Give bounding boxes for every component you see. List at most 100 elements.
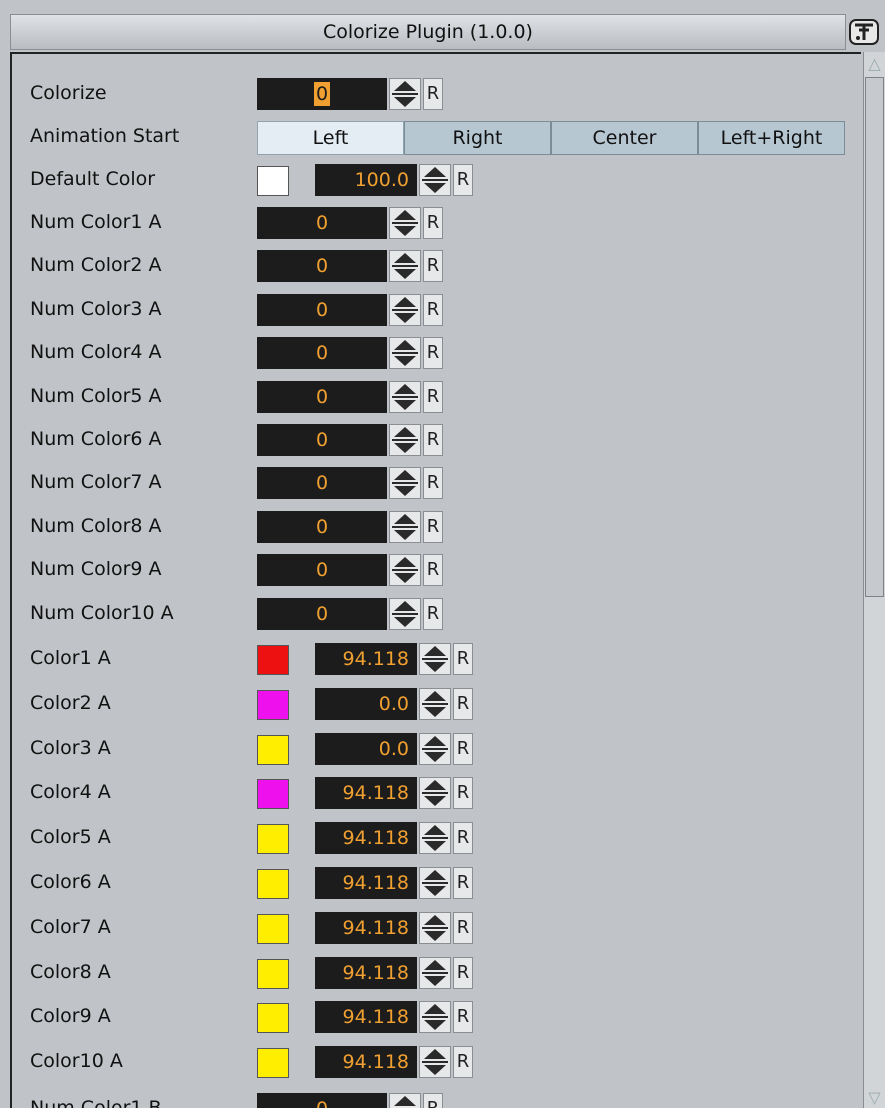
arrow-up-icon[interactable] xyxy=(424,735,446,746)
color1-a-input[interactable]: 94.118 xyxy=(315,643,417,675)
arrow-up-icon[interactable] xyxy=(394,81,416,91)
color2-a-stepper[interactable] xyxy=(419,687,451,720)
colorize-input[interactable]: 0 xyxy=(257,78,387,110)
color6-a-input[interactable]: 94.118 xyxy=(315,867,417,899)
color3-a-swatch[interactable] xyxy=(257,734,289,765)
num-color4-a-reset-button[interactable]: R xyxy=(423,337,443,370)
color1-a-swatch[interactable] xyxy=(257,645,289,675)
scroll-down-icon[interactable]: ▽ xyxy=(866,1088,883,1108)
color7-a-input[interactable]: 94.118 xyxy=(315,911,417,944)
arrow-up-icon[interactable] xyxy=(424,1004,446,1015)
arrow-up-icon[interactable] xyxy=(394,296,416,307)
color4-a-input[interactable]: 94.118 xyxy=(315,777,417,810)
color7-a-reset-button[interactable]: R xyxy=(453,911,473,944)
arrow-down-icon[interactable] xyxy=(394,486,416,497)
arrow-up-icon[interactable] xyxy=(424,825,446,836)
arrow-down-icon[interactable] xyxy=(424,183,446,193)
color9-a-stepper[interactable] xyxy=(419,1001,451,1034)
color2-a-swatch[interactable] xyxy=(257,689,289,720)
arrow-up-icon[interactable] xyxy=(394,253,416,264)
animation-start-center-button[interactable]: Center xyxy=(551,121,698,155)
color10-a-input[interactable]: 94.118 xyxy=(315,1046,417,1079)
color8-a-swatch[interactable] xyxy=(257,958,289,989)
num-color10-a-stepper[interactable] xyxy=(389,597,421,630)
color7-a-swatch[interactable] xyxy=(257,913,289,944)
default-color-swatch[interactable] xyxy=(257,166,289,196)
arrow-down-icon[interactable] xyxy=(424,1065,446,1076)
arrow-down-icon[interactable] xyxy=(394,97,416,107)
arrow-up-icon[interactable] xyxy=(394,383,416,394)
arrow-down-icon[interactable] xyxy=(424,841,446,852)
arrow-down-icon[interactable] xyxy=(394,269,416,280)
color9-a-swatch[interactable] xyxy=(257,1003,289,1034)
arrow-down-icon[interactable] xyxy=(424,1020,446,1031)
num-color10-a-reset-button[interactable]: R xyxy=(423,597,443,630)
arrow-up-icon[interactable] xyxy=(394,427,416,437)
num-color4-a-input[interactable]: 0 xyxy=(257,337,387,370)
color1-a-reset-button[interactable]: R xyxy=(453,643,473,675)
arrow-down-icon[interactable] xyxy=(424,975,446,986)
num-color1-b-reset-button[interactable]: R xyxy=(423,1093,443,1108)
num-color9-a-input[interactable]: 0 xyxy=(257,554,387,587)
arrow-up-icon[interactable] xyxy=(424,167,446,177)
arrow-down-icon[interactable] xyxy=(424,706,446,717)
num-color7-a-reset-button[interactable]: R xyxy=(423,467,443,500)
color5-a-reset-button[interactable]: R xyxy=(453,822,473,855)
num-color1-a-reset-button[interactable]: R xyxy=(423,207,443,239)
num-color2-a-stepper[interactable] xyxy=(389,250,421,283)
arrow-down-icon[interactable] xyxy=(394,356,416,367)
num-color1-b-input[interactable]: 0 xyxy=(257,1093,387,1108)
color9-a-reset-button[interactable]: R xyxy=(453,1001,473,1034)
scroll-up-icon[interactable]: △ xyxy=(866,54,883,74)
color3-a-stepper[interactable] xyxy=(419,732,451,765)
default-color-input[interactable]: 100.0 xyxy=(315,164,417,196)
color2-a-reset-button[interactable]: R xyxy=(453,687,473,720)
num-color4-a-stepper[interactable] xyxy=(389,337,421,370)
animation-start-left-right-button[interactable]: Left+Right xyxy=(698,121,845,155)
color8-a-reset-button[interactable]: R xyxy=(453,956,473,989)
arrow-down-icon[interactable] xyxy=(424,662,446,672)
num-color1-b-stepper[interactable] xyxy=(389,1093,421,1108)
num-color6-a-reset-button[interactable]: R xyxy=(423,424,443,456)
arrow-down-icon[interactable] xyxy=(424,886,446,896)
arrow-down-icon[interactable] xyxy=(394,312,416,323)
animation-start-right-button[interactable]: Right xyxy=(404,121,551,155)
arrow-down-icon[interactable] xyxy=(424,751,446,762)
num-color6-a-stepper[interactable] xyxy=(389,424,421,456)
arrow-up-icon[interactable] xyxy=(424,646,446,656)
arrow-down-icon[interactable] xyxy=(394,616,416,627)
color4-a-swatch[interactable] xyxy=(257,779,289,810)
colorize-stepper[interactable] xyxy=(389,78,421,110)
arrow-up-icon[interactable] xyxy=(424,780,446,791)
vertical-scrollbar[interactable]: △ ▽ xyxy=(863,52,885,1108)
num-color9-a-stepper[interactable] xyxy=(389,554,421,587)
color10-a-stepper[interactable] xyxy=(419,1046,451,1079)
arrow-down-icon[interactable] xyxy=(394,226,416,236)
color6-a-reset-button[interactable]: R xyxy=(453,867,473,899)
num-color8-a-stepper[interactable] xyxy=(389,510,421,543)
arrow-down-icon[interactable] xyxy=(394,573,416,584)
color2-a-input[interactable]: 0.0 xyxy=(315,687,417,720)
num-color8-a-input[interactable]: 0 xyxy=(257,510,387,543)
arrow-up-icon[interactable] xyxy=(394,557,416,568)
num-color1-a-stepper[interactable] xyxy=(389,207,421,239)
arrow-down-icon[interactable] xyxy=(424,930,446,941)
num-color5-a-input[interactable]: 0 xyxy=(257,380,387,413)
color6-a-swatch[interactable] xyxy=(257,869,289,899)
scrollbar-thumb[interactable] xyxy=(865,77,884,597)
num-color2-a-reset-button[interactable]: R xyxy=(423,250,443,283)
color5-a-stepper[interactable] xyxy=(419,822,451,855)
arrow-down-icon[interactable] xyxy=(424,796,446,807)
default-color-reset-button[interactable]: R xyxy=(453,164,473,196)
num-color5-a-stepper[interactable] xyxy=(389,380,421,413)
arrow-up-icon[interactable] xyxy=(394,1096,416,1106)
default-color-stepper[interactable] xyxy=(419,164,451,196)
color8-a-stepper[interactable] xyxy=(419,956,451,989)
arrow-up-icon[interactable] xyxy=(424,1049,446,1060)
color7-a-stepper[interactable] xyxy=(419,911,451,944)
color10-a-reset-button[interactable]: R xyxy=(453,1046,473,1079)
animation-start-left-button[interactable]: Left xyxy=(257,121,404,155)
num-color6-a-input[interactable]: 0 xyxy=(257,424,387,456)
color5-a-input[interactable]: 94.118 xyxy=(315,822,417,855)
arrow-up-icon[interactable] xyxy=(394,340,416,351)
